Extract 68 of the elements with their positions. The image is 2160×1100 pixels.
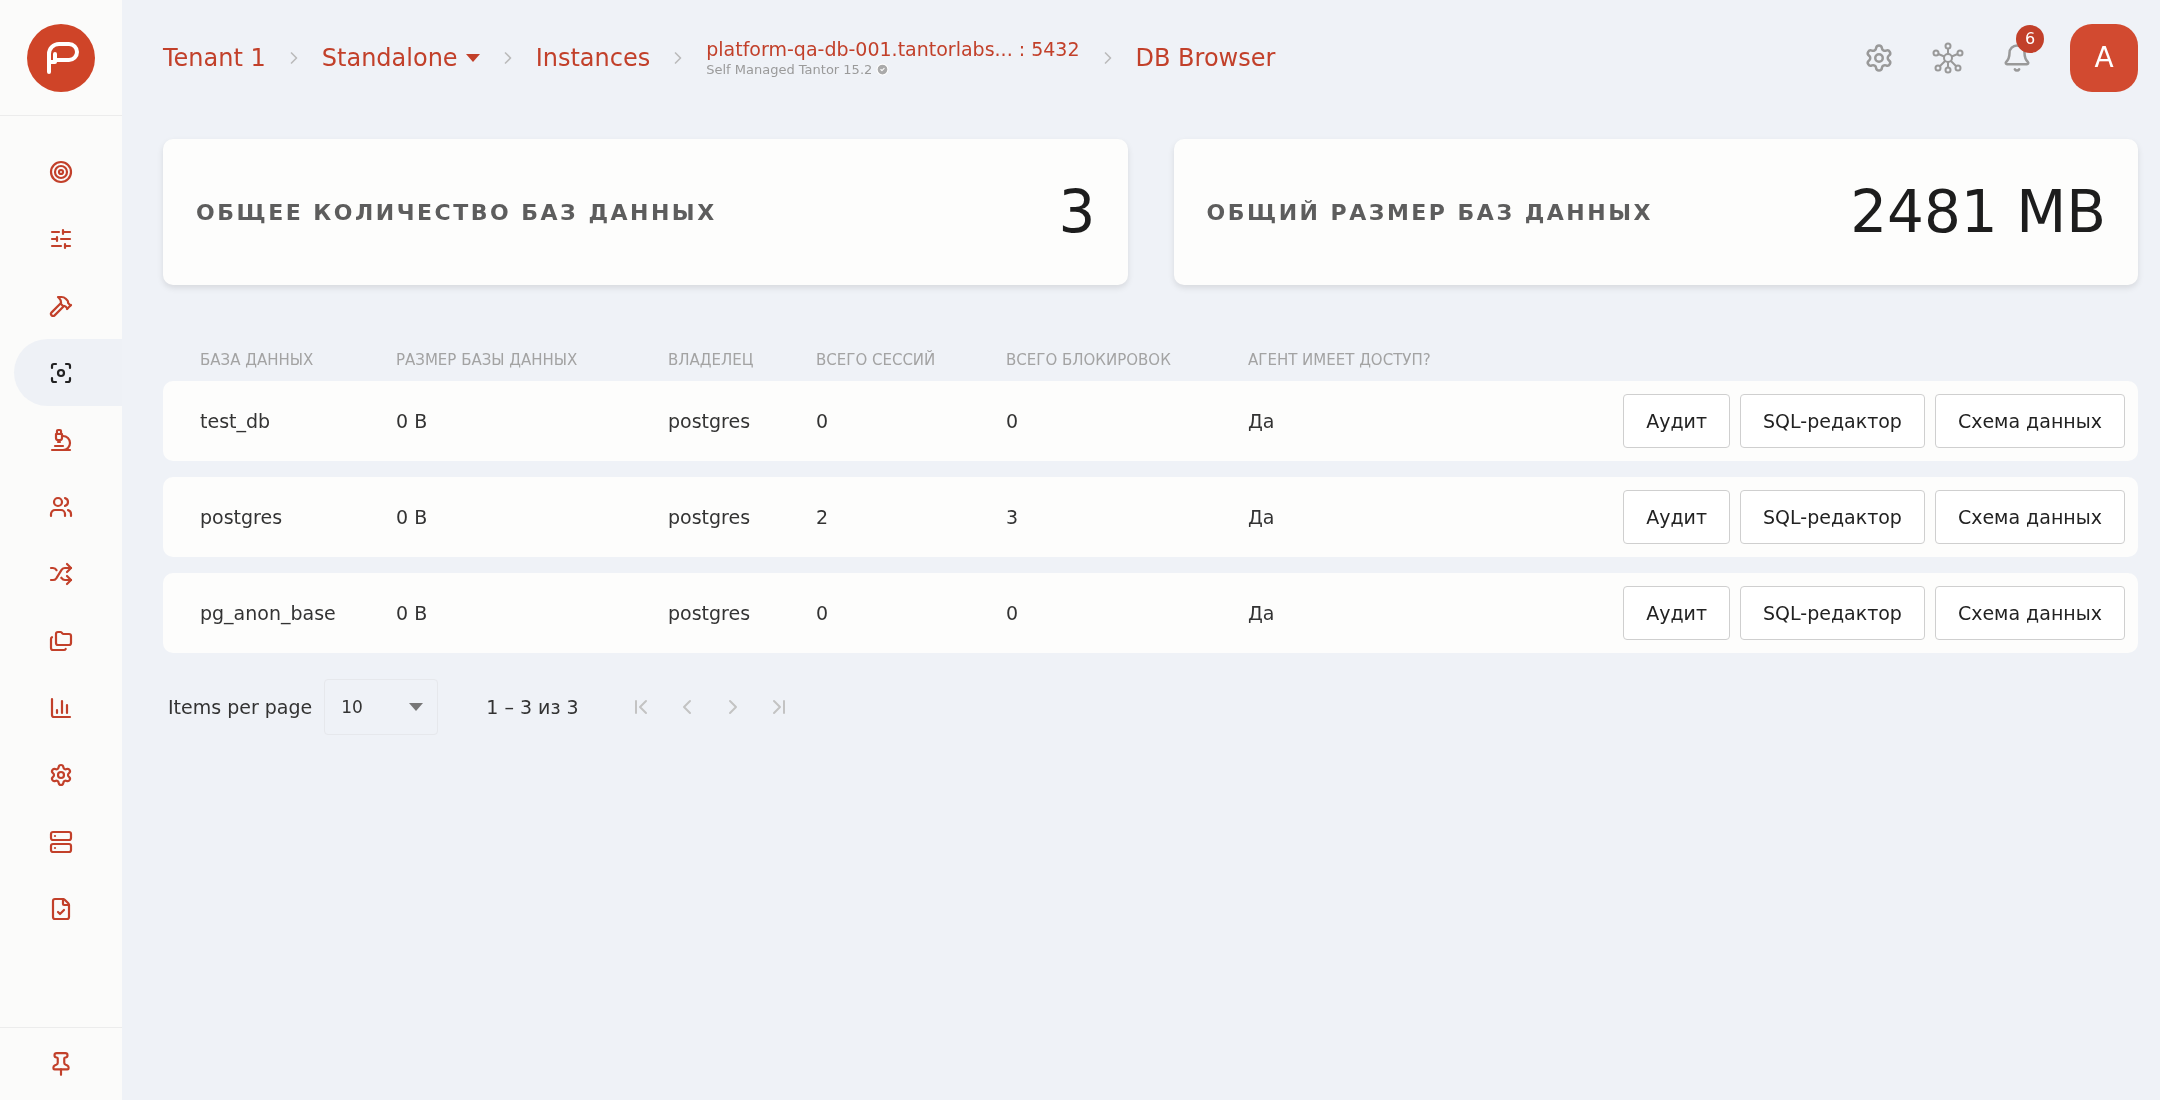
table-cell-text: test_db (200, 410, 272, 432)
table-cell-text: postgres (668, 506, 752, 528)
notification-count: 6 (2016, 24, 2044, 53)
file-check-icon (49, 896, 73, 921)
caret-icon (465, 53, 480, 62)
column-header: ВСЕГО БЛОКИРОВОК (1006, 351, 1172, 369)
action-button[interactable]: Схема данных (1934, 394, 2125, 448)
column-header: ВЛАДЕЛЕЦ (668, 351, 755, 369)
bar-chart-icon (49, 695, 73, 720)
settings-button[interactable] (1864, 42, 1894, 73)
page-size-select[interactable]: 10 (324, 679, 439, 735)
folders-icon (49, 628, 73, 653)
action-button[interactable]: SQL-редактор (1740, 586, 1925, 640)
table-cell-text: Да (1248, 602, 1276, 624)
column-header: БАЗА ДАННЫХ (200, 351, 315, 369)
table-cell-text: 2 (816, 506, 830, 528)
network-button[interactable] (1932, 41, 1964, 74)
action-button[interactable]: Схема данных (1934, 586, 2125, 640)
table-cell-text: 0 B (396, 410, 429, 432)
notifications-button[interactable] (2002, 42, 2032, 73)
sliders-icon (49, 226, 73, 251)
table-cell-text: 0 (1006, 410, 1020, 432)
action-button[interactable]: Аудит (1623, 394, 1730, 448)
items-per-page-label: Items per page (168, 696, 313, 718)
table-cell-text: 3 (1006, 506, 1020, 528)
stat-value: 3 (1058, 178, 1096, 246)
table-cell-text: 0 (816, 602, 830, 624)
table-cell-text: Да (1248, 506, 1276, 528)
column-header: ВСЕГО СЕССИЙ (816, 351, 937, 369)
caret-icon (409, 703, 424, 711)
network-icon (1932, 41, 1964, 74)
table-cell-text: postgres (668, 602, 752, 624)
action-button[interactable]: SQL-редактор (1740, 490, 1925, 544)
stat-value: 2481 MB (1850, 178, 2106, 246)
stat-label: ОБЩЕЕ КОЛИЧЕСТВО БАЗ ДАННЫХ (196, 199, 717, 225)
focus-icon (49, 360, 73, 385)
target-icon (49, 159, 73, 184)
users-icon (49, 494, 73, 519)
action-button[interactable]: Аудит (1623, 586, 1730, 640)
page-range: 1 – 3 из 3 (486, 696, 579, 718)
settings-icon (49, 762, 73, 787)
column-header: АГЕНТ ИМЕЕТ ДОСТУП? (1248, 351, 1432, 369)
table-cell-text: 0 (816, 410, 830, 432)
table-cell-text: 0 B (396, 602, 429, 624)
hammer-icon (49, 293, 73, 318)
server-icon (49, 829, 73, 854)
action-button[interactable]: Схема данных (1934, 490, 2125, 544)
table-cell-text: Да (1248, 410, 1276, 432)
action-button[interactable]: SQL-редактор (1740, 394, 1925, 448)
table-cell-text: postgres (668, 410, 752, 432)
breadcrumb-link[interactable]: Instances (535, 43, 651, 72)
column-header: РАЗМЕР БАЗЫ ДАННЫХ (396, 351, 579, 369)
instance-subtitle: Self Managed Tantor 15.2 (706, 62, 890, 77)
action-button[interactable]: Аудит (1623, 490, 1730, 544)
breadcrumb-link[interactable]: Tenant 1 (163, 43, 266, 72)
table-cell-text: postgres (200, 506, 284, 528)
breadcrumb-link[interactable]: DB Browser (1135, 43, 1276, 72)
verified-icon (876, 63, 890, 76)
stat-label: ОБЩИЙ РАЗМЕР БАЗ ДАННЫХ (1206, 199, 1653, 225)
breadcrumb-dropdown[interactable]: Standalone (321, 43, 480, 72)
table-cell-text: pg_anon_base (200, 602, 337, 624)
shuffle-icon (49, 561, 73, 586)
breadcrumb-link[interactable]: platform-qa-db-001.tantorlabs... : 5432 (706, 38, 1080, 60)
microscope-icon (49, 427, 73, 452)
logo-icon[interactable] (27, 23, 95, 92)
table-cell-text: 0 B (396, 506, 429, 528)
table-cell-text: 0 (1006, 602, 1020, 624)
user-avatar[interactable]: A (2070, 23, 2138, 92)
